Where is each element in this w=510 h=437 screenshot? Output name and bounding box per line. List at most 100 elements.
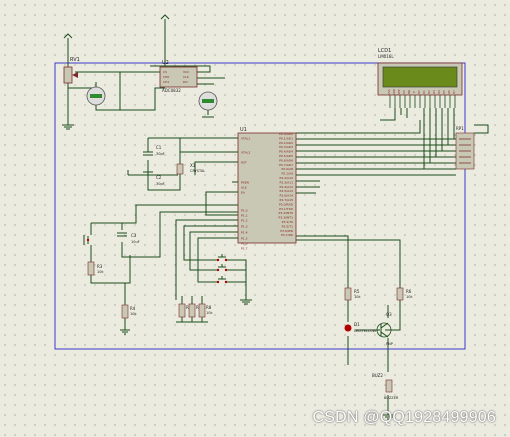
u1-pin-label: P1.3 [241, 225, 248, 229]
u1-pin-label: P0.2/AD2 [279, 141, 293, 145]
ground-icon [120, 329, 395, 420]
r5-ref: R5 [354, 289, 360, 294]
u2-pin: CH1 [163, 80, 169, 84]
capacitor-icon[interactable]: C1 30pF [143, 145, 165, 156]
u1-microcontroller[interactable]: U1 XTAL1XTAL2RSTPSENALEEAP1.0P1.1P1.2P1.… [237, 127, 297, 251]
lcd-pin-label: D2 [427, 90, 431, 94]
push-button-icon[interactable] [212, 254, 232, 262]
capacitor-icon[interactable]: C2 30pF [143, 171, 165, 186]
u1-pin-label: P1.1 [241, 214, 248, 218]
u1-pin-label: P2.6/A14 [280, 194, 294, 198]
lcd-pin-label: D3 [432, 90, 436, 94]
watermark: CSDN @QQ1928499906 [312, 409, 496, 426]
resistor-icon[interactable]: R3 10k [87, 261, 104, 276]
led-icon[interactable]: D1 LED-YELLOW [344, 322, 377, 333]
u1-pin-label: P3.2/INT0 [279, 211, 294, 215]
q3-part: PNP [386, 342, 393, 346]
u2-ref: U2 [162, 60, 169, 66]
crystal-icon[interactable]: X1 CRYSTAL [176, 163, 205, 175]
u1-pin-label: P2.4/A12 [280, 185, 294, 189]
lcd-pin-label: VDD [392, 89, 396, 95]
d1-ref: D1 [354, 322, 360, 327]
u1-pin-label: P0.1/AD1 [279, 136, 293, 140]
u1-pin-label: P1.7 [241, 247, 248, 251]
lcd-pin-label: VSS [387, 89, 391, 94]
u1-pin-label: P2.1/A9 [281, 172, 293, 176]
u1-pin-label: P3.7/RD [281, 233, 294, 237]
resistor-icon[interactable]: R8 10k [198, 303, 213, 318]
c2-value: 30pF [156, 182, 165, 186]
u1-pin-label: P1.6 [241, 242, 248, 246]
u2-adc-chip[interactable]: U2 ADC0832 CS CH0 CH1 VCC CLK DO [159, 60, 198, 93]
u1-pin-label: P2.2/A10 [280, 176, 294, 180]
push-button-icon[interactable] [212, 264, 232, 272]
c3-ref: C3 [131, 233, 137, 238]
c1-value: 30pF [156, 152, 165, 156]
u1-pin-label: ALE [241, 186, 247, 190]
rp1-ref: RP1 [456, 126, 464, 131]
u2-pin: CH0 [163, 75, 169, 79]
rv1-potentiometer[interactable]: RV1 [63, 57, 80, 84]
resistor-icon[interactable]: R5 10k [344, 287, 361, 301]
push-button-icon[interactable] [212, 276, 232, 284]
u1-pin-label: P1.0 [241, 209, 248, 213]
r3-ref: R3 [97, 264, 103, 269]
power-rail-icon [63, 14, 170, 39]
u1-pin-label: P3.3/INT1 [279, 216, 294, 220]
lcd-screen [382, 66, 458, 88]
u1-pin-label: P3.0/RXD [279, 202, 294, 206]
u2-pin: DO [183, 80, 188, 84]
lcd-part: LM016L [378, 54, 394, 59]
u1-pin-label: P3.1/TXD [279, 207, 293, 211]
r8-ref: R8 [206, 305, 212, 310]
lcd-pin-label: D6 [447, 90, 451, 94]
r5-value: 10k [354, 295, 361, 299]
u1-pin-label: P0.7/AD7 [279, 163, 293, 167]
lcd-pin-label: VEE [397, 89, 401, 94]
lcd-pin-label: D7 [452, 90, 456, 94]
u1-pin-label: P3.4/T0 [282, 220, 293, 224]
lcd-pin-label: D5 [442, 90, 446, 94]
c1-ref: C1 [156, 145, 162, 150]
buzzer-part: BUZZER [384, 396, 399, 400]
r3-value: 10k [97, 270, 104, 274]
u1-pin-label: XTAL1 [241, 137, 250, 141]
u1-pin-label: P1.4 [241, 231, 248, 235]
u1-pin-label: P0.6/AD6 [279, 158, 293, 162]
u1-ref: U1 [240, 127, 247, 133]
u1-right-pins: P0.0/AD0P0.1/AD1P0.2/AD2P0.3/AD3P0.4/AD4… [279, 132, 294, 237]
capacitor-icon[interactable]: C3 10uF [117, 232, 140, 244]
resistor-icon[interactable]: R4 10k [121, 304, 137, 319]
u1-pin-label: P3.5/T1 [282, 224, 293, 228]
u1-pin-label: P1.2 [241, 219, 248, 223]
resistor-icon[interactable]: R6 10k [396, 287, 413, 301]
u1-pin-label: PSEN [241, 181, 249, 185]
u1-pin-label: P2.5/A13 [280, 189, 294, 193]
u1-pin-label: P2.3/A11 [280, 180, 294, 184]
r4-value: 10k [130, 312, 137, 316]
r4-ref: R4 [130, 306, 136, 311]
schematic-canvas: RV1 U2 ADC0832 CS CH0 CH1 VCC CLK DO LCD… [54, 14, 489, 420]
r6-value: 10k [406, 295, 413, 299]
u1-pin-label: P0.0/AD0 [279, 132, 293, 136]
voltmeter-gauge-icon [198, 91, 218, 111]
pnp-transistor-icon[interactable]: Q3 PNP [376, 312, 393, 346]
d1-part: LED-YELLOW [354, 329, 377, 333]
u2-pin: CS [163, 70, 167, 74]
r6-ref: R6 [406, 289, 412, 294]
c2-ref: C2 [156, 175, 162, 180]
u1-pin-label: P2.0/A8 [281, 167, 293, 171]
x1-value: CRYSTAL [190, 169, 205, 173]
voltmeter-gauge-icon [86, 86, 106, 106]
u2-pin: VCC [183, 70, 189, 74]
x1-ref: X1 [190, 163, 196, 168]
u1-pin-label: XTAL2 [241, 151, 250, 155]
lcd-pin-label: RW [407, 89, 411, 94]
lcd-display[interactable]: LCD1 LM016L VSS VDD VEE RS RW E D0 D1 D2 D3 D4 D5 D6… [377, 48, 463, 108]
buzzer-icon[interactable]: BUZ2 BUZZER [372, 373, 399, 400]
u1-pin-label: P2.7/A15 [280, 198, 294, 202]
u1-pin-label: P0.3/AD3 [279, 145, 293, 149]
push-button-icon[interactable] [83, 235, 90, 245]
u2-part: ADC0832 [162, 88, 181, 93]
rv1-label: RV1 [70, 57, 80, 63]
